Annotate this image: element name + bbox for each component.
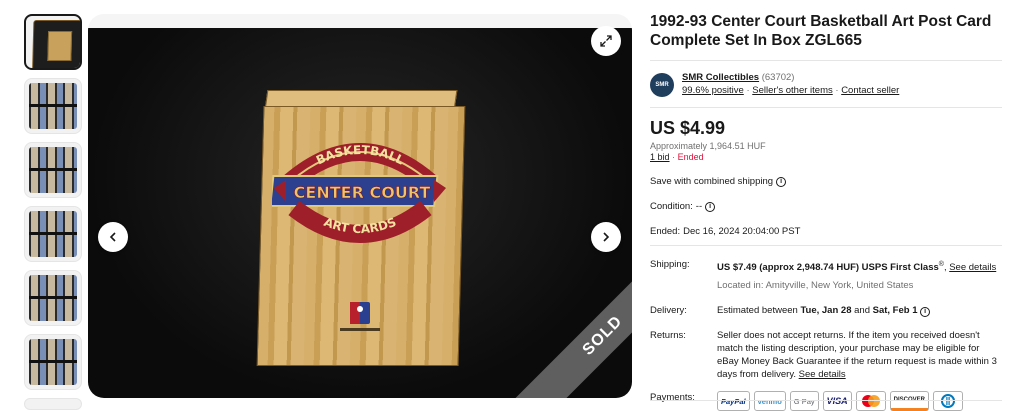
visa-icon: VISA [822,391,852,411]
contact-seller-link[interactable]: Contact seller [841,85,899,96]
payments-row: Payments: PayPal venmo G Pay VISA DISCOV… [650,391,1002,411]
thumbnail-2[interactable] [24,78,82,134]
returns-row: Returns: Seller does not accept returns.… [650,329,1002,381]
thumbnail-image [29,339,77,385]
chevron-left-icon [109,232,116,242]
delivery-prefix: Estimated between [717,305,798,317]
thumbnail-5[interactable] [24,270,82,326]
google-pay-icon: G Pay [789,391,819,411]
thumbnail-image [26,20,80,68]
expand-icon [600,35,612,47]
thumbnail-1[interactable] [24,14,82,70]
item-price: US $4.99 [650,118,726,138]
seller-other-items-link[interactable]: Seller's other items [752,85,832,96]
main-photo[interactable]: BASKETBALL CENTER COURT ART CARDS SOLD [88,28,632,398]
discover-icon: DISCOVER [889,391,929,411]
main-image-gallery: BASKETBALL CENTER COURT ART CARDS SOLD [88,14,632,398]
venmo-icon: venmo [753,391,786,411]
shipping-cost: US $7.49 (approx 2,948.74 HUF) USPS Firs… [717,262,939,274]
shipping-row: Shipping: US $7.49 (approx 2,948.74 HUF)… [650,258,1002,292]
separator: · [672,152,676,162]
seller-feedback-count: (63702) [761,72,795,83]
divider [650,400,1002,401]
listing-title: 1992-93 Center Court Basketball Art Post… [650,13,992,49]
condition-value: -- [695,201,703,212]
listing-ended-status: Ended [677,152,704,162]
seller-info: SMR Collectibles (63702) 99.6% positive … [682,71,899,97]
nba-logo-mark [350,302,370,324]
combined-shipping-text: Save with combined shipping [650,176,774,187]
listing-details-panel: 1992-93 Center Court Basketball Art Post… [650,12,1002,411]
chevron-right-icon [603,232,610,242]
separator: · [835,85,839,96]
diners-club-logo [941,394,955,409]
fullscreen-button[interactable] [591,26,621,56]
payment-methods: PayPal venmo G Pay VISA DISCOVER [717,391,1002,411]
delivery-and: and [854,305,870,317]
combined-shipping-note: Save with combined shipping i [650,176,1002,187]
shipping-value: US $7.49 (approx 2,948.74 HUF) USPS Firs… [717,258,1002,292]
delivery-row: Delivery: Estimated between Tue, Jan 28 … [650,304,1002,317]
delivery-end: Sat, Feb 1 [872,305,918,317]
payments-label: Payments: [650,392,695,404]
shipping-see-details-link[interactable]: See details [949,262,996,273]
paypal-icon: PayPal [717,391,750,411]
thumbnail-image [29,275,77,321]
ended-row: Ended: Dec 16, 2024 20:04:00 PST [650,226,1002,237]
info-icon[interactable]: i [705,201,716,212]
seller-name-link[interactable]: SMR Collectibles [682,72,759,83]
approx-value: 1,964.51 HUF [709,141,766,151]
thumbnail-image [29,83,77,129]
delivery-value: Estimated between Tue, Jan 28 and Sat, F… [717,304,1002,317]
thumbnail-4[interactable] [24,206,82,262]
returns-label: Returns: [650,330,686,342]
ended-label: Ended: [650,226,681,237]
returns-text: Seller does not accept returns. If the i… [717,330,997,381]
ended-value: Dec 16, 2024 20:04:00 PST [683,226,801,237]
approx-price: Approximately 1,964.51 HUF [650,141,1002,151]
delivery-label: Delivery: [650,305,687,317]
condition-label: Condition: [650,201,693,212]
divider [650,245,1002,246]
next-image-button[interactable] [591,222,621,252]
seller-positive-link[interactable]: 99.6% positive [682,85,744,96]
info-icon[interactable]: i [776,176,787,187]
seller-card: SMR SMR Collectibles (63702) 99.6% posit… [650,71,1002,97]
thumbnail-3[interactable] [24,142,82,198]
diners-club-icon [933,391,963,411]
delivery-start: Tue, Jan 28 [800,305,852,317]
thumbnail-image [29,211,77,257]
item-location: Located in: Amityville, New York, United… [717,280,914,292]
seller-avatar[interactable]: SMR [650,73,674,97]
svg-text:CENTER COURT: CENTER COURT [294,183,431,202]
thumbnail-7[interactable] [24,398,82,410]
divider [650,107,1002,108]
bid-count-link[interactable]: 1 bid [650,152,670,162]
divider [650,60,1002,61]
box-caption [340,328,380,331]
separator: · [746,85,750,96]
thumbnail-strip [24,14,84,411]
returns-value: Seller does not accept returns. If the i… [717,329,1002,381]
thumbnail-image [29,147,77,193]
sold-ribbon: SOLD [508,241,632,398]
condition-row: Condition: -- i [650,201,1002,212]
mastercard-logo [861,395,880,408]
approx-label: Approximately [650,141,708,151]
center-court-logo: BASKETBALL CENTER COURT ART CARDS [272,143,446,243]
shipping-label: Shipping: [650,259,690,270]
previous-image-button[interactable] [98,222,128,252]
mastercard-icon [855,391,886,411]
returns-see-details-link[interactable]: See details [799,369,846,380]
thumbnail-6[interactable] [24,334,82,390]
info-icon[interactable]: i [920,306,931,317]
bid-status: 1 bid · Ended [650,152,1002,162]
